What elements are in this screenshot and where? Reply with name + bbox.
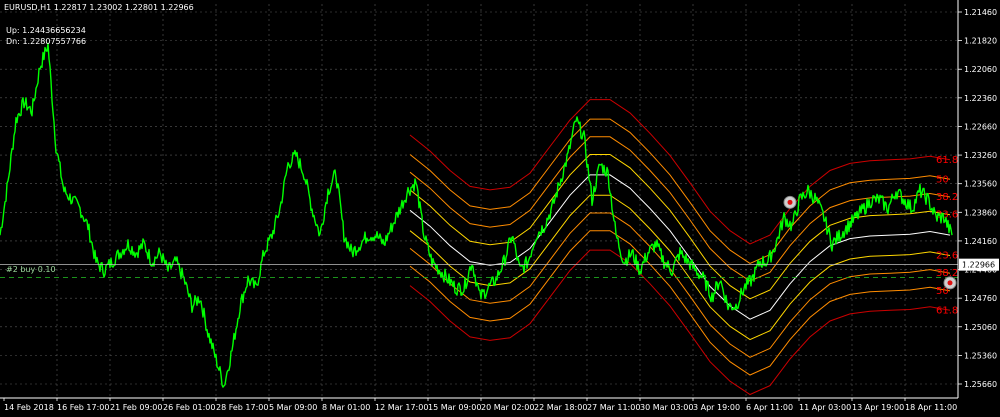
- y-tick-label: 1.23860: [964, 208, 997, 217]
- dn-value: Dn: 1.22807557766: [6, 37, 87, 46]
- fib-label-upper: 61.8: [936, 155, 958, 166]
- y-tick-label: 1.24160: [964, 237, 997, 246]
- x-tick-label: 8 Mar 01:00: [322, 403, 370, 412]
- x-tick-label: 11 Apr 03:00: [799, 403, 851, 412]
- fib-label-upper: 38.2: [936, 192, 958, 203]
- x-tick-label: 15 Mar 09:00: [428, 403, 481, 412]
- x-tick-label: 30 Mar 03:00: [640, 403, 693, 412]
- y-tick-label: 1.24760: [964, 294, 997, 303]
- fib-label-lower: 61.8: [936, 305, 958, 316]
- trade-marker-dot: [947, 280, 953, 286]
- x-tick-label: 26 Feb 01:00: [163, 403, 215, 412]
- up-value: Up: 1.24436656234: [6, 26, 86, 35]
- y-tick-label: 1.25060: [964, 323, 997, 332]
- fib-label-lower: 23.6: [936, 250, 958, 261]
- x-tick-label: 16 Feb 17:00: [57, 403, 109, 412]
- x-tick-label: 22 Mar 18:00: [534, 403, 587, 412]
- y-tick-label: 1.23560: [964, 180, 997, 189]
- y-tick-label: 1.25660: [964, 380, 997, 389]
- x-tick-label: 13 Apr 19:00: [852, 403, 904, 412]
- x-tick-label: 6 Apr 11:00: [746, 403, 793, 412]
- y-tick-label: 1.21460: [964, 8, 997, 17]
- x-tick-label: 27 Mar 11:00: [587, 403, 640, 412]
- price-chart[interactable]: 23.623.638.238.2505061.861.8 1.22966 1.2…: [0, 0, 1000, 417]
- y-tick-label: 1.22360: [964, 94, 997, 103]
- x-tick-label: 3 Apr 19:00: [693, 403, 740, 412]
- x-tick-label: 21 Feb 09:00: [110, 403, 162, 412]
- x-tick-label: 12 Mar 17:00: [375, 403, 428, 412]
- x-tick-label: 28 Feb 17:00: [216, 403, 268, 412]
- x-tick-label: 5 Mar 09:00: [269, 403, 317, 412]
- y-tick-label: 1.21820: [964, 37, 997, 46]
- y-tick-label: 1.25360: [964, 351, 997, 360]
- order-label[interactable]: #2 buy 0.10: [6, 265, 56, 274]
- y-tick-label: 1.22060: [964, 65, 997, 74]
- x-tick-label: 14 Feb 2018: [4, 403, 54, 412]
- symbol-header: EURUSD,H1 1.22817 1.23002 1.22801 1.2296…: [4, 3, 194, 12]
- x-tick-label: 20 Mar 02:00: [481, 403, 534, 412]
- y-tick-label: 1.24460: [964, 266, 997, 275]
- fib-label-upper: 50: [936, 174, 949, 185]
- x-tick-label: 18 Apr 11:00: [905, 403, 957, 412]
- y-tick-label: 1.22660: [964, 122, 997, 131]
- trade-marker-dot: [787, 199, 793, 205]
- y-tick-label: 1.23260: [964, 151, 997, 160]
